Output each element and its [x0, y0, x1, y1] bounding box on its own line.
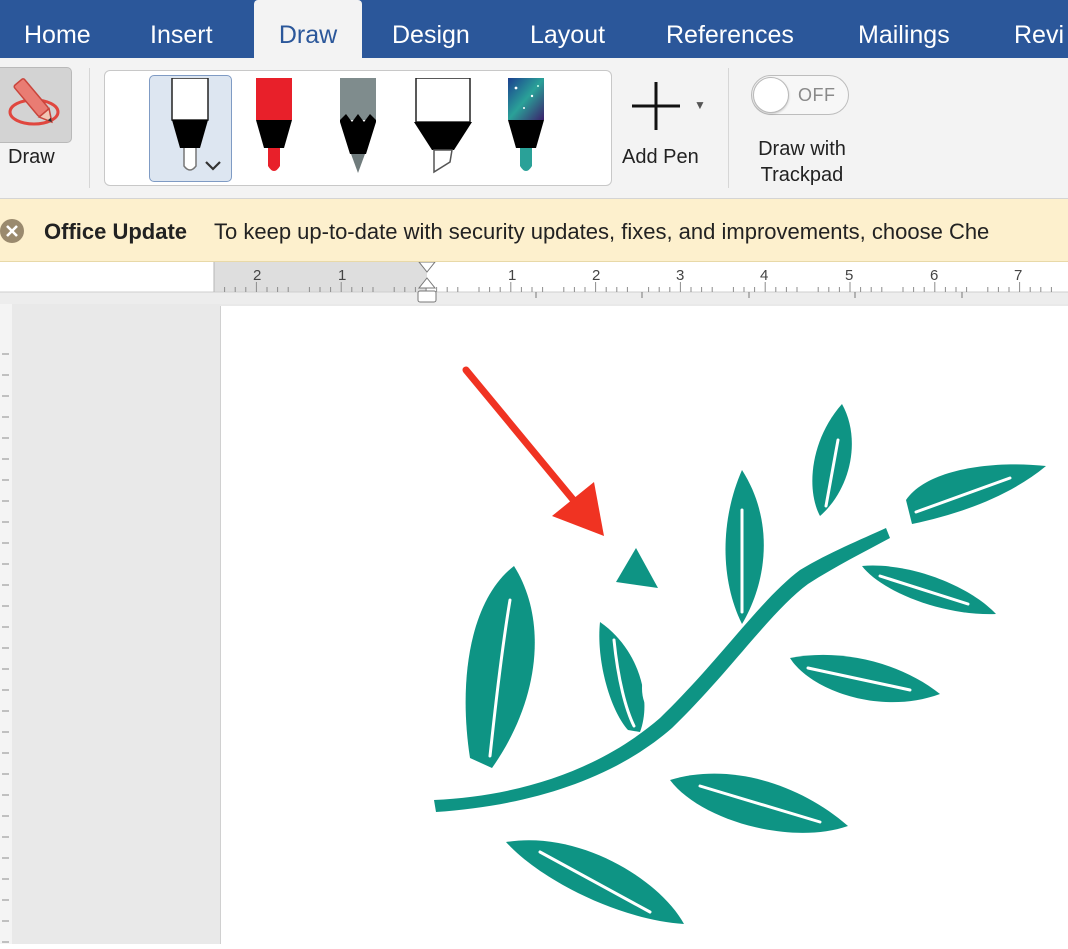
- leaf-branch-drawing[interactable]: [0, 0, 1068, 944]
- leaf: [599, 622, 645, 732]
- red-arrow-icon: [462, 366, 604, 536]
- leaf: [790, 654, 940, 703]
- leaf: [616, 548, 658, 588]
- leaf: [812, 404, 852, 516]
- leaf: [725, 470, 764, 624]
- leaf: [906, 464, 1046, 524]
- leaf: [862, 565, 996, 615]
- leaf-gap: [642, 668, 658, 708]
